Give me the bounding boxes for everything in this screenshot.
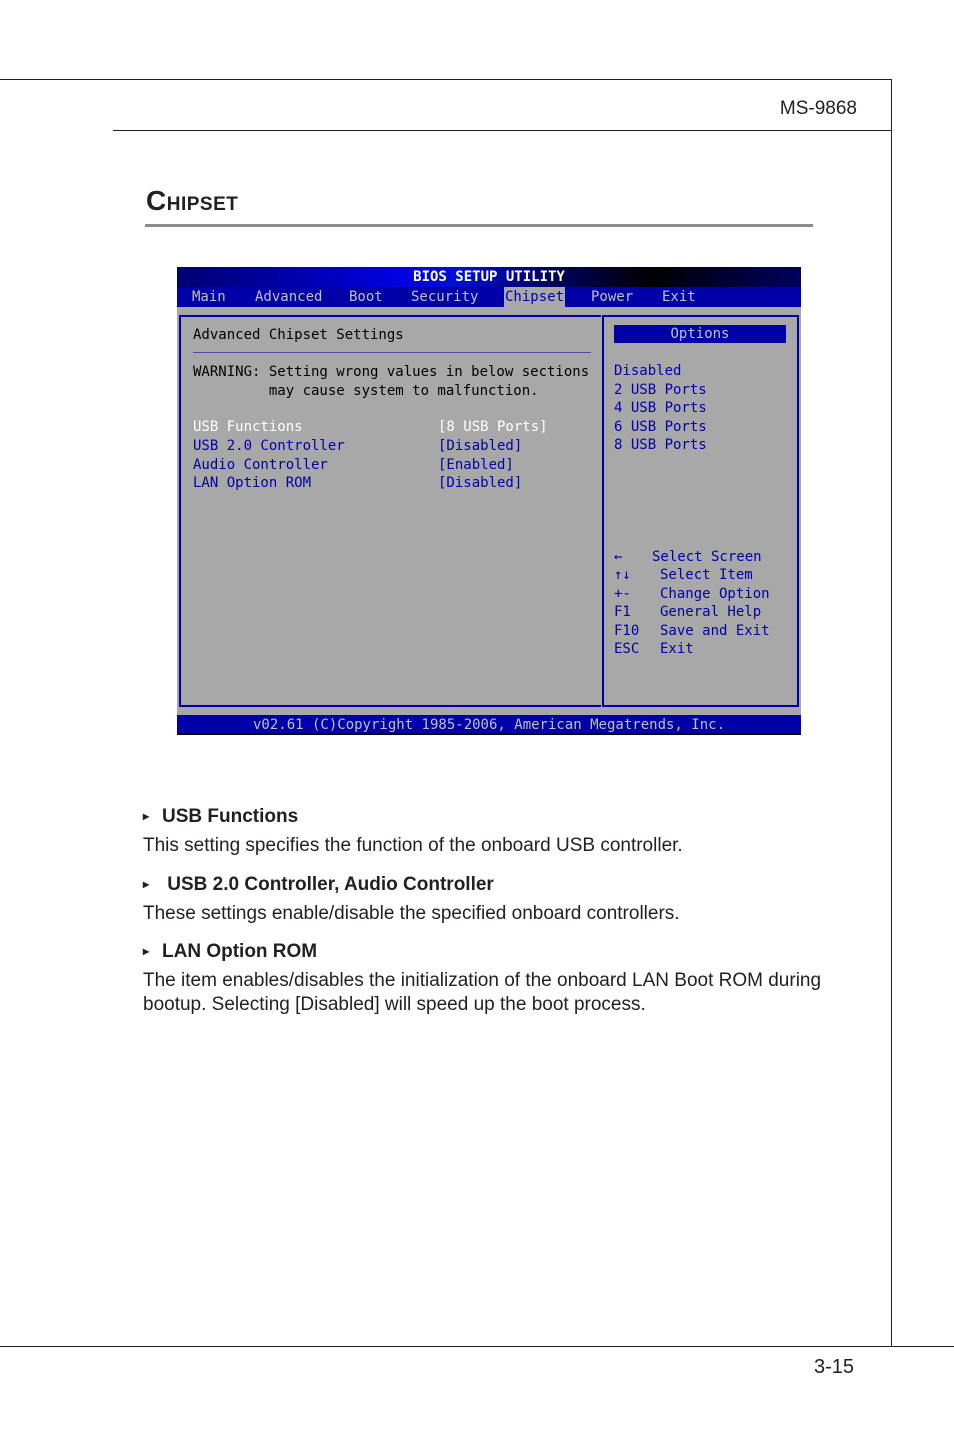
bios-title-bar: BIOS SETUP UTILITY [177,267,801,287]
description-usb-audio-controller: ▸ USB 2.0 Controller, Audio Controller T… [143,874,823,926]
setting-value[interactable]: [8 USB Ports] [438,419,548,435]
bottom-rule [0,1346,954,1347]
option-item[interactable]: Disabled [614,363,681,379]
bios-tab-advanced[interactable]: Advanced [254,287,323,307]
key-help-select-screen: ← Select Screen [614,549,762,565]
setting-label: LAN Option ROM [193,475,312,491]
top-rule [0,79,892,80]
key-help-exit: ESC Exit [614,641,694,657]
bios-tab-power[interactable]: Power [590,287,634,307]
key-action: Save and Exit [660,623,770,639]
description-body: The item enables/disables the initializa… [143,970,822,1015]
key-help-general-help: F1 General Help [614,604,761,620]
model-number: MS-9868 [779,98,857,119]
description-lan-option-rom: ▸ LAN Option ROM The item enables/disable… [143,941,823,1017]
right-rule [891,79,892,1347]
bios-help-panel: Options Disabled 2 USB Ports 4 USB Ports… [602,315,799,707]
description-title: LAN Option ROM [162,941,318,962]
bios-setting-usb20-controller[interactable]: USB 2.0 Controller [Disabled] [193,438,593,457]
description-body: This setting specifies the function of t… [143,835,683,856]
f1-key-label: F1 [614,604,631,620]
header-rule [113,130,892,131]
section-title-rest: HIPSET [166,194,239,215]
key-action: Select Item [660,567,753,583]
key-action: Change Option [660,586,770,602]
description-title: USB Functions [162,806,299,827]
bios-tab-chipset[interactable]: Chipset [504,287,566,307]
description-usb-functions: ▸ USB Functions This setting specifies th… [143,806,823,858]
section-title-initial: C [146,185,167,216]
setting-value[interactable]: [Enabled] [438,457,514,473]
bios-tab-boot[interactable]: Boot [348,287,384,307]
option-item[interactable]: 8 USB Ports [614,437,707,453]
key-help-change-option: +- Change Option [614,586,770,602]
bios-setting-lan-option-rom[interactable]: LAN Option ROM [Disabled] [193,475,593,494]
description-heading: ▸ USB 2.0 Controller, Audio Controller [143,874,823,896]
description-body: These settings enable/disable the specif… [143,903,680,924]
setting-label: USB 2.0 Controller [193,438,345,454]
bios-setting-usb-functions[interactable]: USB Functions [8 USB Ports] [193,419,593,438]
setting-value[interactable]: [Disabled] [438,475,522,491]
bios-menu-bar: Main Advanced Boot Security Chipset Powe… [177,287,801,307]
description-title: USB 2.0 Controller, Audio Controller [162,874,494,895]
f10-key-label: F10 [614,623,640,639]
bios-panel-heading: Advanced Chipset Settings [193,327,404,343]
key-action: General Help [660,604,762,620]
description-heading: ▸ USB Functions [143,806,823,828]
bios-tab-security[interactable]: Security [410,287,479,307]
setting-label: USB Functions [193,419,303,435]
setting-value[interactable]: [Disabled] [438,438,522,454]
bios-setting-audio-controller[interactable]: Audio Controller [Enabled] [193,457,593,476]
bios-tab-main[interactable]: Main [191,287,227,307]
bios-warning-text: WARNING: Setting wrong values in below s… [193,364,590,399]
bullet-triangle-icon: ▸ [143,944,150,958]
option-item[interactable]: 4 USB Ports [614,400,707,416]
bullet-triangle-icon: ▸ [143,809,150,823]
left-arrow-key-icon: ← [614,549,623,565]
up-down-arrow-key-icon: ↑↓ [614,567,631,583]
options-header: Options [614,325,786,343]
section-title: CHIPSET [146,185,238,217]
setting-label: Audio Controller [193,457,328,473]
page-number: 3-15 [813,1356,854,1378]
section-title-underline [145,224,813,227]
esc-key-label: ESC [614,641,640,657]
key-help-save-exit: F10 Save and Exit [614,623,770,639]
option-item[interactable]: 2 USB Ports [614,382,707,398]
option-item[interactable]: 6 USB Ports [614,419,707,435]
description-heading: ▸ LAN Option ROM [143,941,823,963]
key-action: Select Screen [652,549,762,565]
plus-minus-key-icon: +- [614,586,631,602]
bullet-triangle-icon: ▸ [143,877,150,891]
bios-panel-divider [193,352,591,353]
bios-tab-exit[interactable]: Exit [661,287,697,307]
key-action: Exit [660,641,694,657]
bios-main-panel: Advanced Chipset Settings WARNING: Setti… [179,315,601,707]
bios-screenshot: BIOS SETUP UTILITY Main Advanced Boot Se… [177,267,801,735]
key-help-select-item: ↑↓ Select Item [614,567,753,583]
bios-copyright-bar: v02.61 (C)Copyright 1985-2006, American … [177,715,801,735]
